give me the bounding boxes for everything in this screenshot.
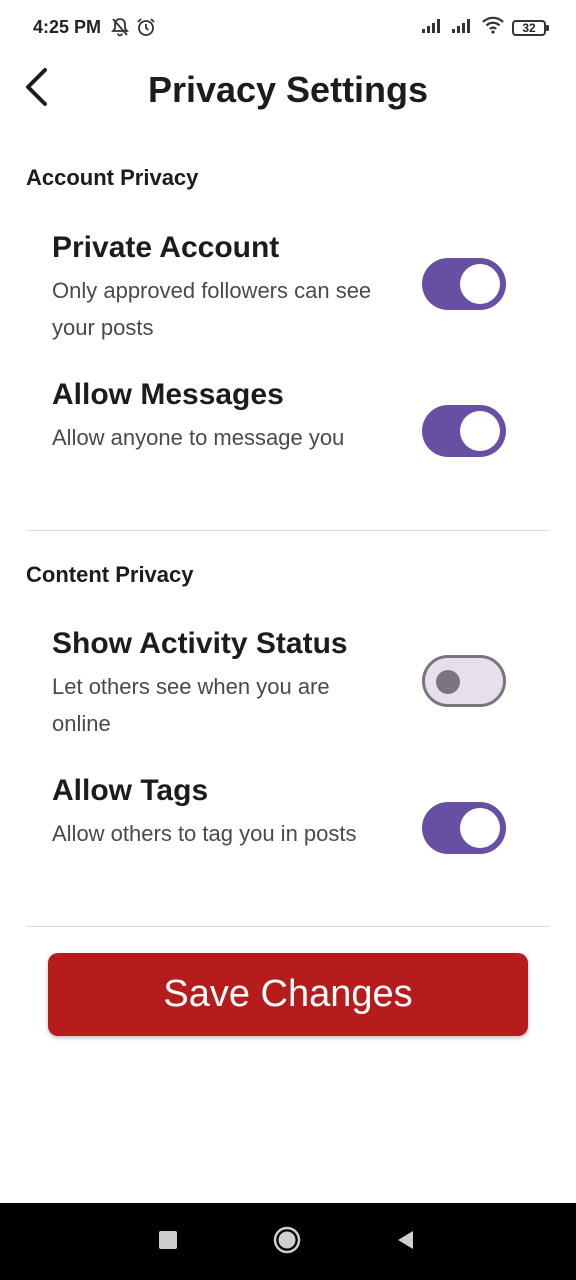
signal-icon xyxy=(422,17,444,38)
setting-show-activity-status: Show Activity Status Let others see when… xyxy=(52,626,552,742)
page-title: Privacy Settings xyxy=(147,69,429,110)
status-time: 4:25 PM xyxy=(33,17,102,37)
status-left-icons xyxy=(110,17,156,42)
save-changes-button[interactable]: Save Changes xyxy=(48,953,528,1036)
section-divider xyxy=(26,530,550,531)
allow-tags-toggle[interactable] xyxy=(422,802,506,854)
bell-off-icon xyxy=(110,17,130,42)
home-button[interactable] xyxy=(270,1225,304,1259)
allow-messages-toggle[interactable] xyxy=(422,405,506,457)
section-title-account-privacy: Account Privacy xyxy=(26,165,199,190)
section-divider xyxy=(26,926,550,927)
toggle-knob xyxy=(436,670,460,694)
setting-description: Only approved followers can see your pos… xyxy=(52,278,372,340)
setting-description: Allow others to tag you in posts xyxy=(52,821,357,846)
toggle-knob xyxy=(460,264,500,304)
triangle-back-icon xyxy=(395,1229,415,1256)
toggle-knob xyxy=(460,808,500,848)
back-nav-button[interactable] xyxy=(388,1225,422,1259)
battery-icon: 32 xyxy=(512,19,549,36)
square-icon xyxy=(158,1230,178,1255)
wifi-icon xyxy=(482,16,504,39)
signal-icon xyxy=(452,17,474,38)
circle-home-icon xyxy=(272,1225,302,1260)
recents-button[interactable] xyxy=(151,1225,185,1259)
setting-allow-tags: Allow Tags Allow others to tag you in po… xyxy=(52,773,552,854)
app-bar: Privacy Settings xyxy=(0,56,576,126)
setting-description: Allow anyone to message you xyxy=(52,425,345,450)
setting-description: Let others see when you are online xyxy=(52,674,330,736)
status-bar: 4:25 PM 32 xyxy=(0,0,576,56)
system-nav-bar xyxy=(0,1203,576,1280)
setting-allow-messages: Allow Messages Allow anyone to message y… xyxy=(52,377,552,457)
show-activity-status-toggle[interactable] xyxy=(422,655,506,707)
status-right-icons: 32 xyxy=(422,16,549,39)
alarm-icon xyxy=(136,17,156,42)
private-account-toggle[interactable] xyxy=(422,258,506,310)
section-title-content-privacy: Content Privacy xyxy=(26,562,194,587)
toggle-knob xyxy=(460,411,500,451)
setting-private-account: Private Account Only approved followers … xyxy=(52,230,552,346)
